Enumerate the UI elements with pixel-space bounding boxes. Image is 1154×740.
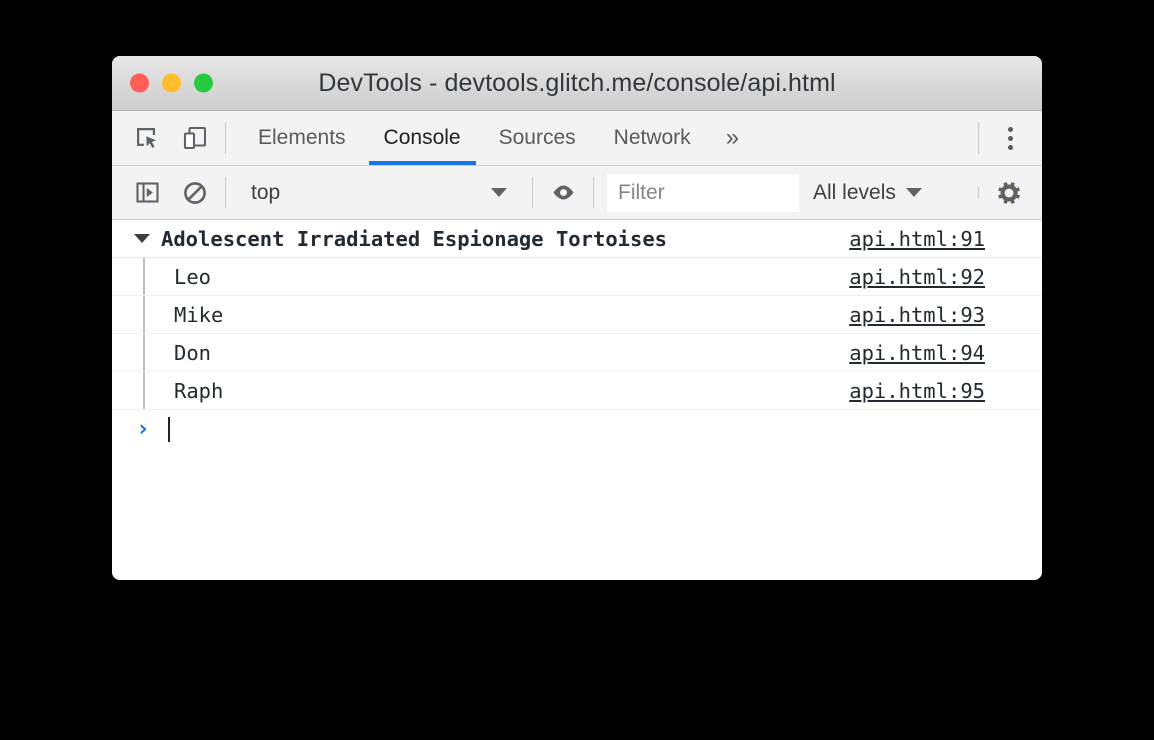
console-message-text: Don — [174, 340, 212, 365]
log-level-value: All levels — [813, 180, 896, 204]
tab-elements[interactable]: Elements — [239, 111, 365, 165]
tabbar-divider — [225, 122, 226, 154]
close-window-button[interactable] — [130, 73, 149, 93]
source-link[interactable]: api.html:92 — [849, 265, 985, 289]
console-message-text: Leo — [174, 264, 212, 289]
console-group-header[interactable]: Adolescent Irradiated Espionage Tortoise… — [112, 220, 1042, 258]
traffic-light-group — [130, 73, 213, 93]
source-link[interactable]: api.html:95 — [849, 379, 985, 403]
filter-placeholder: Filter — [618, 180, 665, 204]
console-group-items: Leo api.html:92 Mike api.html:93 Don api… — [112, 258, 1042, 410]
window-title: DevTools - devtools.glitch.me/console/ap… — [318, 68, 836, 97]
clear-console-icon[interactable] — [178, 176, 212, 210]
screen-background: DevTools - devtools.glitch.me/console/ap… — [0, 0, 1154, 740]
console-group-title: Adolescent Irradiated Espionage Tortoise… — [161, 226, 668, 251]
filter-input[interactable]: Filter — [607, 173, 799, 212]
gear-icon[interactable] — [992, 176, 1026, 210]
kebab-dot — [1007, 135, 1013, 141]
chevron-down-icon[interactable] — [134, 234, 150, 243]
console-toolbar-divider-1 — [225, 177, 226, 208]
more-tabs-label: » — [725, 124, 740, 151]
live-expression-eye-icon[interactable] — [546, 176, 580, 210]
devtools-window: DevTools - devtools.glitch.me/console/ap… — [112, 56, 1042, 580]
console-prompt[interactable]: › — [112, 410, 1042, 448]
console-toolbar-divider-4 — [978, 186, 979, 199]
devtools-tabbar: Elements Console Sources Network » — [112, 111, 1042, 166]
console-message-row[interactable]: Raph api.html:95 — [112, 372, 1042, 410]
inspect-element-icon[interactable] — [130, 121, 164, 155]
tab-elements-label: Elements — [258, 126, 346, 149]
kebab-dot — [1007, 144, 1013, 150]
console-toolbar: top Filter All levels — [112, 166, 1042, 220]
console-toolbar-right-group — [965, 176, 1042, 210]
console-message-list[interactable]: Adolescent Irradiated Espionage Tortoise… — [112, 220, 1042, 580]
console-message-row[interactable]: Leo api.html:92 — [112, 258, 1042, 296]
text-cursor — [167, 416, 170, 442]
tab-network-label: Network — [613, 126, 691, 149]
tabbar-right-group — [965, 111, 1042, 165]
console-sidebar-toggle-icon[interactable] — [130, 176, 164, 210]
chevron-down-icon — [905, 188, 922, 197]
tab-network[interactable]: Network — [595, 111, 710, 165]
console-toolbar-divider-2 — [532, 177, 533, 208]
execution-context-selector[interactable]: top — [239, 181, 519, 205]
source-link[interactable]: api.html:91 — [849, 227, 985, 251]
console-message-text: Mike — [174, 302, 224, 327]
minimize-window-button[interactable] — [162, 73, 181, 93]
chevron-down-icon — [491, 188, 507, 197]
maximize-window-button[interactable] — [194, 73, 213, 93]
source-link[interactable]: api.html:94 — [849, 341, 985, 365]
tab-sources[interactable]: Sources — [480, 111, 595, 165]
tab-console-label: Console — [383, 126, 461, 149]
tabbar-right-divider — [978, 122, 979, 154]
window-titlebar: DevTools - devtools.glitch.me/console/ap… — [112, 56, 1042, 111]
console-toolbar-divider-3 — [593, 177, 594, 208]
console-message-text: Raph — [174, 378, 224, 403]
source-link[interactable]: api.html:93 — [849, 303, 985, 327]
kebab-dot — [1007, 126, 1013, 132]
prompt-arrow-icon: › — [136, 415, 150, 442]
execution-context-value: top — [251, 180, 281, 204]
log-level-selector[interactable]: All levels — [813, 181, 922, 205]
console-message-row[interactable]: Don api.html:94 — [112, 334, 1042, 372]
devtools-tabs: Elements Console Sources Network » — [239, 111, 755, 165]
tab-sources-label: Sources — [498, 126, 576, 149]
console-message-row[interactable]: Mike api.html:93 — [112, 296, 1042, 334]
tabbar-icon-group — [112, 111, 212, 165]
tab-console[interactable]: Console — [365, 111, 480, 165]
device-toolbar-icon[interactable] — [178, 121, 212, 155]
more-tabs-icon[interactable]: » — [710, 111, 755, 165]
main-menu-icon[interactable] — [992, 120, 1028, 156]
